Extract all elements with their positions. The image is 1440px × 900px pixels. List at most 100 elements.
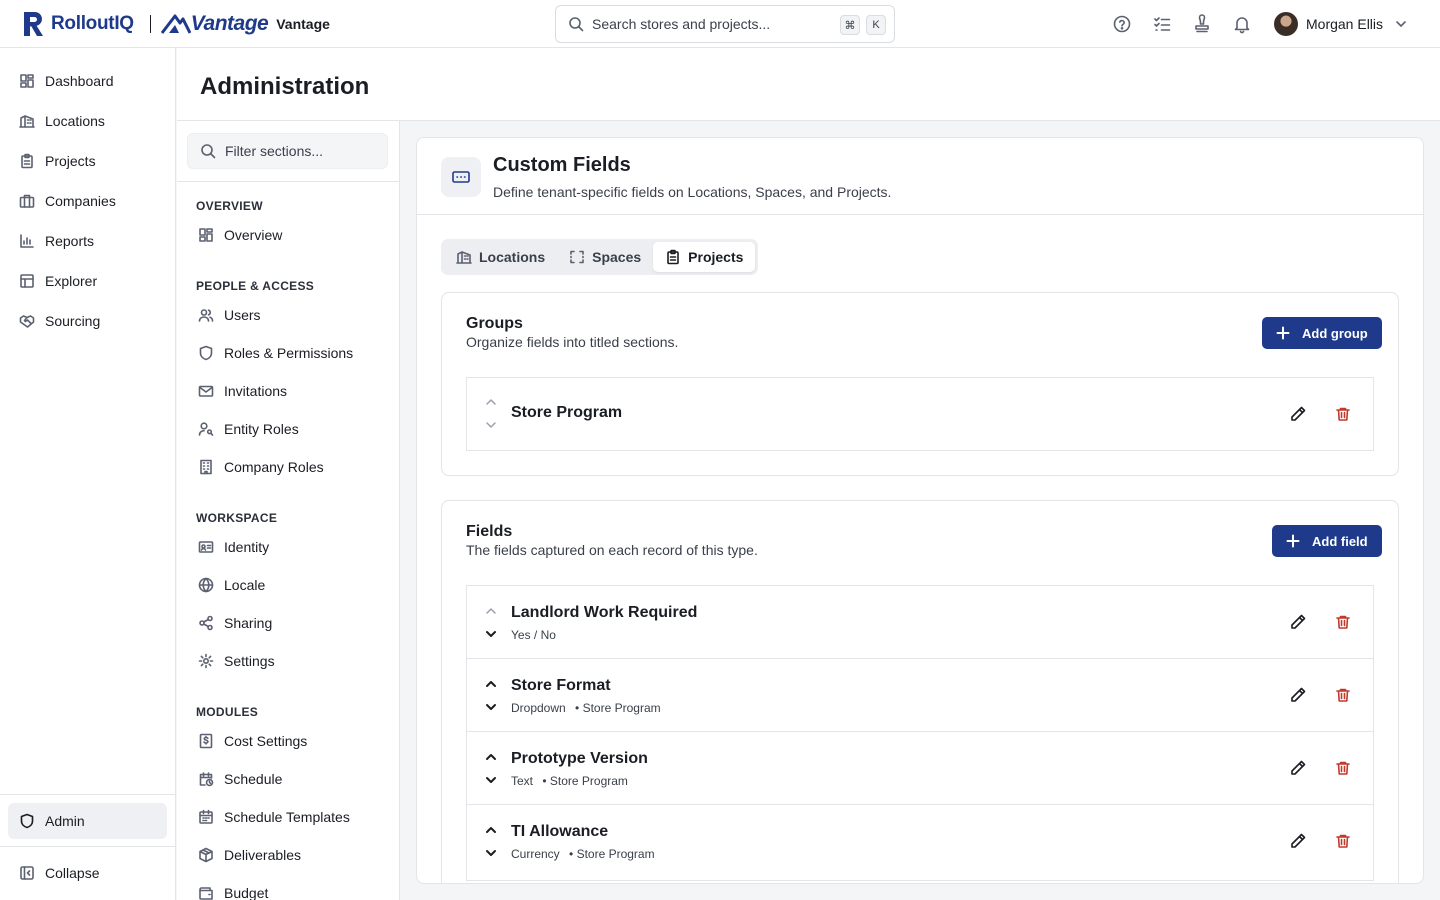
tab-spaces[interactable]: Spaces [557,242,653,272]
section-item-deliverables[interactable]: Deliverables [189,839,389,871]
share-icon [199,615,213,631]
frame-icon [570,250,584,264]
nav-sourcing[interactable]: Sourcing [8,303,167,339]
page-header: Administration [177,48,1440,121]
nav-companies[interactable]: Companies [8,183,167,219]
nav-reports[interactable]: Reports [8,223,167,259]
handshake-icon [19,315,35,328]
nav-explorer[interactable]: Explorer [8,263,167,299]
brand[interactable]: RolloutIQ Vantage Vantage [0,0,330,48]
move-up-icon[interactable] [484,604,498,618]
add-field-button[interactable]: Add field [1272,525,1382,557]
help-icon[interactable] [1112,14,1132,34]
section-item-cost-settings[interactable]: Cost Settings [189,725,389,757]
user-menu[interactable]: Morgan Ellis [1274,12,1409,36]
tab-locations[interactable]: Locations [444,242,557,272]
field-type: Currency [511,847,560,861]
section-item-company-roles[interactable]: Company Roles [189,451,389,483]
nav-projects[interactable]: Projects [8,143,167,179]
section-item-users[interactable]: Users [189,299,389,331]
field-group: • Store Program [542,774,628,788]
section-item-overview[interactable]: Overview [189,219,389,251]
add-group-button[interactable]: Add group [1262,317,1382,349]
groups-panel: Groups Organize fields into titled secti… [441,292,1399,476]
edit-field-button[interactable] [1289,832,1307,850]
move-up-icon[interactable] [484,823,498,837]
field-group: • Store Program [569,847,655,861]
section-heading: PEOPLE & ACCESS [196,279,315,293]
delete-field-button[interactable] [1335,687,1351,703]
nav-divider [0,794,176,795]
delete-field-button[interactable] [1335,833,1351,849]
field-name: Landlord Work Required [511,604,698,621]
table-icon [20,274,34,288]
nav-label: Admin [45,813,85,829]
section-item-label: Schedule Templates [224,809,350,825]
section-item-roles-permissions[interactable]: Roles & Permissions [189,337,389,369]
stamp-icon[interactable] [1192,14,1212,34]
group-name: Store Program [511,404,623,421]
filter-sections[interactable] [187,133,388,169]
fields-subtitle: The fields captured on each record of th… [466,542,758,558]
delete-field-button[interactable] [1335,760,1351,776]
section-item-label: Invitations [224,383,288,399]
section-item-identity[interactable]: Identity [189,531,389,563]
edit-field-button[interactable] [1289,613,1307,631]
clipboard-icon [667,249,679,265]
bell-icon[interactable] [1232,14,1252,34]
nav-locations[interactable]: Locations [8,103,167,139]
move-down-icon[interactable] [484,846,498,860]
nav-collapse[interactable]: Collapse [8,855,167,891]
section-item-settings[interactable]: Settings [189,645,389,677]
move-up-icon[interactable] [484,750,498,764]
section-item-entity-roles[interactable]: Entity Roles [189,413,389,445]
trash-icon [1336,615,1350,629]
section-item-label: Entity Roles [224,421,299,437]
workspace-name: Vantage [276,15,330,32]
nav-label: Companies [45,193,116,209]
field-type: Yes / No [511,628,556,642]
section-item-locale[interactable]: Locale [189,569,389,601]
tab-label: Locations [479,249,546,265]
move-up-icon[interactable] [484,677,498,691]
section-item-schedule[interactable]: Schedule [189,763,389,795]
nav-dashboard[interactable]: Dashboard [8,63,167,99]
plus-icon [1286,534,1300,548]
move-up-icon[interactable] [484,395,498,409]
move-down-icon[interactable] [484,773,498,787]
users-icon [198,309,214,322]
section-item-invitations[interactable]: Invitations [189,375,389,407]
tab-projects[interactable]: Projects [653,242,756,272]
delete-group-button[interactable] [1335,406,1351,422]
table-row: Landlord Work Required Yes / No [467,586,1373,659]
move-down-icon[interactable] [484,700,498,714]
section-item-budget[interactable]: Budget [189,877,389,900]
nav-admin[interactable]: Admin [8,803,167,839]
search-input[interactable] [592,16,832,32]
admin-sections-nav: OVERVIEW Overview PEOPLE & ACCESS Users … [177,121,400,900]
checklist-icon[interactable] [1152,14,1172,34]
package-icon [199,847,213,863]
edit-field-button[interactable] [1289,759,1307,777]
filter-sections-input[interactable] [225,143,385,159]
table-row: Store Format Dropdown • Store Program [467,659,1373,732]
global-search[interactable]: ⌘ K [555,5,895,43]
calendar-clock-icon [199,772,214,787]
briefcase-icon [19,194,35,208]
custom-fields-icon [441,157,481,197]
delete-field-button[interactable] [1335,614,1351,630]
section-item-label: Company Roles [224,459,324,475]
section-item-sharing[interactable]: Sharing [189,607,389,639]
calendar-icon [199,809,213,824]
building-icon [19,115,35,128]
section-item-label: Cost Settings [224,733,308,749]
edit-group-button[interactable] [1289,405,1307,423]
edit-field-button[interactable] [1289,686,1307,704]
move-down-icon[interactable] [484,627,498,641]
section-item-schedule-templates[interactable]: Schedule Templates [189,801,389,833]
pencil-icon [1291,406,1306,421]
move-down-icon[interactable] [484,418,498,432]
section-heading: OVERVIEW [196,199,263,213]
add-field-label: Add field [1312,533,1368,549]
dollar-doc-icon [199,733,213,749]
